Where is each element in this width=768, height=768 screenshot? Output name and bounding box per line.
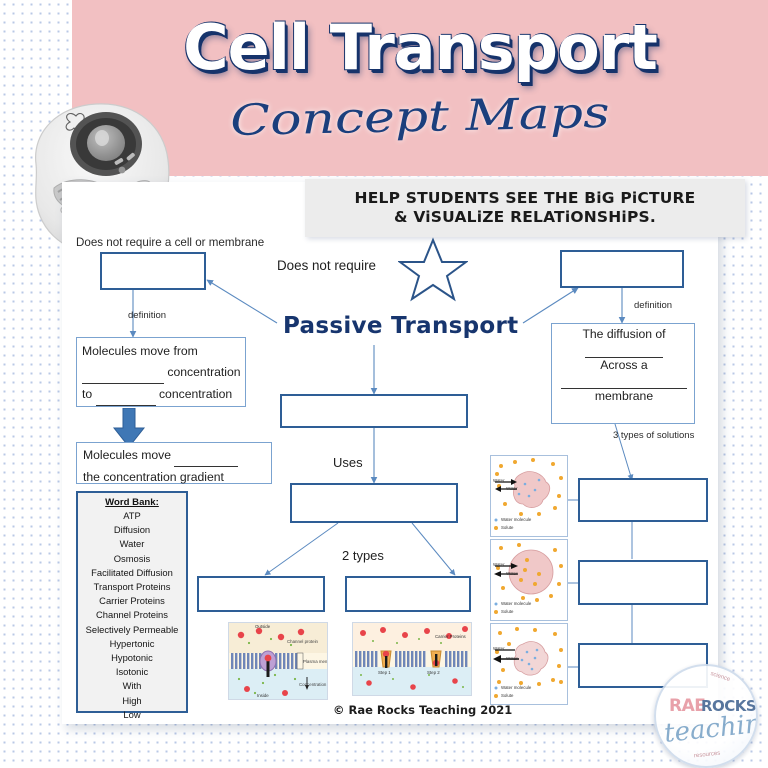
word-bank-item: Transport Proteins — [93, 581, 171, 593]
answer-box-branch-left[interactable] — [197, 576, 325, 612]
word-bank-item: Low — [123, 708, 141, 720]
three-types-label: 3 types of solutions — [613, 430, 695, 441]
gradient-line-1-prefix: Molecules move — [83, 448, 172, 462]
passive-transport-title: Passive Transport — [283, 313, 519, 339]
star-icon — [398, 237, 468, 302]
word-bank-item: With — [122, 680, 142, 692]
word-bank-item: Diffusion — [113, 524, 151, 536]
gradient-blank[interactable] — [174, 445, 239, 467]
osmosis-legend-solute: Solute — [501, 609, 514, 614]
left-definition-box[interactable]: Molecules move from concentration to con… — [76, 337, 246, 407]
word-bank-item: Isotonic — [115, 666, 149, 678]
channel-protein-diagram: Outside Inside Channel protein Plasma me… — [228, 622, 328, 700]
channel-protein-label: Channel protein — [287, 639, 319, 644]
word-bank-item: Channel Proteins — [96, 609, 168, 621]
left-def-line-3-suffix: concentration — [158, 387, 233, 401]
right-definition-box[interactable]: The diffusion of Across a membrane — [551, 323, 695, 424]
callout-banner: HELP STUDENTS SEE THE BiG PiCTURE & ViSU… — [305, 179, 745, 237]
answer-box-solution-1[interactable] — [578, 478, 708, 522]
osmosis-legend-solute: Solute — [501, 693, 514, 698]
osmosis-diagram-isotonic: Water Water Water molecule Solute — [490, 623, 568, 705]
carrier-protein-diagram: Carrier Proteins Step 1 Step 2 — [352, 622, 472, 696]
callout-text: HELP STUDENTS SEE THE BiG PiCTURE & ViSU… — [355, 189, 696, 227]
copyright-text: © Rae Rocks Teaching 2021 — [333, 703, 513, 717]
brand-logo-watermark: science RAE ROCKS teaching resources — [654, 664, 758, 768]
left-def-blank-1[interactable] — [82, 362, 164, 384]
right-def-line-1: The diffusion of — [582, 327, 666, 341]
osmosis-legend-water: Water molecule — [501, 685, 532, 690]
right-def-line-2: Across a — [600, 358, 648, 372]
osmosis-diagram-hypotonic: Water Water Water molecule Solute — [490, 539, 568, 621]
logo-rae-text: RAE — [669, 696, 706, 716]
answer-box-solution-2[interactable] — [578, 560, 708, 605]
word-bank-item: Osmosis — [113, 552, 151, 564]
answer-box-top-left[interactable] — [100, 252, 206, 290]
definition-label-left: definition — [128, 310, 167, 321]
answer-box-center-2[interactable] — [290, 483, 458, 523]
word-bank-item: Hypertonic — [109, 637, 155, 649]
page-title: Cell Transport — [183, 11, 658, 84]
callout-line-2: & ViSUALiZE RELATiONSHiPS. — [394, 208, 656, 226]
left-def-line-2-suffix: concentration — [167, 365, 241, 379]
channel-inside-label: Inside — [257, 693, 269, 698]
answer-box-center-1[interactable] — [280, 394, 468, 428]
gradient-line-2: the concentration gradient — [83, 470, 224, 484]
carrier-step2-label: Step 2 — [427, 670, 440, 675]
logo-arc-top-text: science — [709, 671, 731, 683]
right-def-line-3: membrane — [594, 389, 654, 403]
word-bank: Word Bank: ATP Diffusion Water Osmosis F… — [76, 491, 188, 720]
osmosis-legend-solute: Solute — [501, 525, 514, 530]
word-bank-item: ATP — [123, 510, 141, 521]
answer-box-branch-right[interactable] — [345, 576, 471, 612]
plasma-membrane-label: Plasma membrane — [303, 659, 327, 664]
word-bank-item: Hypotonic — [111, 652, 153, 664]
left-def-line-1: Molecules move from — [82, 344, 198, 358]
word-bank-title: Word Bank: — [105, 497, 159, 508]
callout-line-1: HELP STUDENTS SEE THE BiG PiCTURE — [354, 189, 696, 207]
word-bank-item: Selectively Permeable — [85, 623, 179, 635]
osmosis-legend-water: Water molecule — [501, 601, 532, 606]
carrier-step1-label: Step 1 — [378, 670, 391, 675]
does-not-require-label: Does not require — [277, 258, 376, 273]
osmosis-water-label: Water — [506, 486, 518, 491]
osmosis-diagram-hypertonic: Water Water Water molecule Solute — [490, 455, 568, 537]
concentration-gradient-label: Concentration gradient — [299, 682, 327, 687]
left-def-blank-2[interactable] — [95, 384, 156, 406]
osmosis-water-label: Water — [493, 478, 505, 483]
uses-label: Uses — [333, 455, 363, 470]
logo-arc-bottom-text: resources — [693, 750, 721, 760]
osmosis-water-label: Water — [506, 571, 518, 576]
osmosis-water-label: Water — [493, 646, 505, 651]
right-def-blank-2[interactable] — [561, 373, 687, 389]
carrier-protein-label: Carrier Proteins — [435, 634, 466, 639]
word-bank-item: Facilitated Diffusion — [91, 566, 173, 578]
gradient-box[interactable]: Molecules move the concentration gradien… — [76, 442, 272, 484]
definition-label-right: definition — [634, 300, 673, 311]
answer-box-top-right[interactable] — [560, 250, 684, 288]
word-bank-item: High — [122, 694, 142, 706]
osmosis-water-label: Water — [506, 656, 518, 661]
osmosis-water-label: Water — [493, 562, 505, 567]
left-def-line-3-prefix: to — [82, 387, 93, 401]
word-bank-item: Water — [119, 538, 145, 550]
screenshot-root: Cell Transport Concept Maps HELP STUDENT… — [0, 0, 768, 768]
top-left-note: Does not require a cell or membrane — [76, 236, 265, 249]
two-types-label: 2 types — [342, 548, 384, 563]
channel-outside-label: Outside — [255, 624, 271, 629]
word-bank-item: Carrier Proteins — [99, 595, 165, 607]
osmosis-legend-water: Water molecule — [501, 517, 532, 522]
right-def-blank-1[interactable] — [585, 342, 663, 358]
